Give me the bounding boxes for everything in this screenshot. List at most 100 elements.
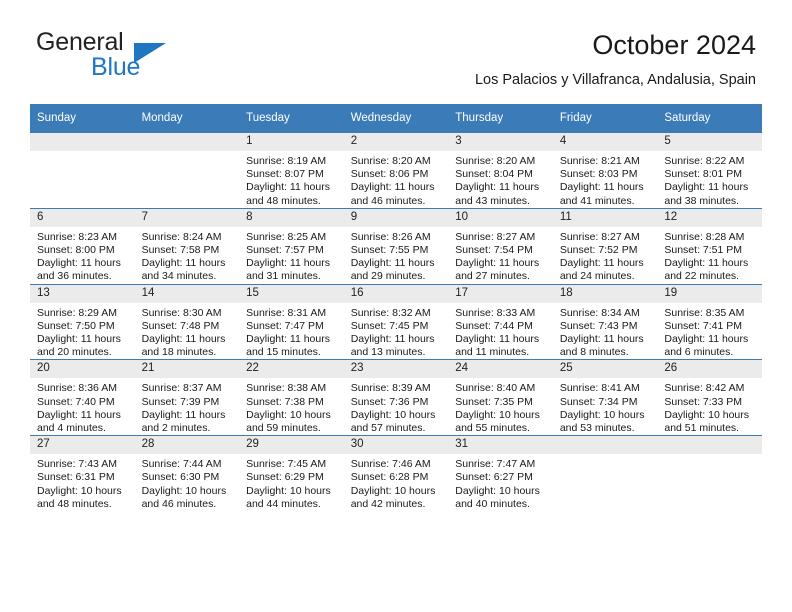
sunrise-text: Sunrise: 8:26 AM [350, 230, 431, 243]
calendar-day-cell[interactable]: 16 Sunrise: 8:32 AM Sunset: 7:45 PM Dayligh… [343, 283, 449, 360]
daylight-text: Daylight: 11 hours [455, 181, 540, 194]
daylight-text-cont: and 41 minutes. [559, 194, 635, 207]
calendar-day-cell[interactable]: 10 Sunrise: 8:27 AM Sunset: 7:54 PM Dayligh… [448, 207, 553, 285]
calendar-day-cell[interactable]: 7 Sunrise: 8:24 AM Sunset: 7:58 PM Daylight… [134, 207, 240, 285]
calendar-cell-empty [30, 132, 135, 209]
day-number: 11 [552, 208, 658, 227]
calendar-day-cell[interactable]: 5 Sunrise: 8:22 AM Sunset: 8:01 PM Daylight… [657, 132, 762, 209]
day-number: 15 [239, 284, 344, 303]
calendar-day-cell[interactable]: 21 Sunrise: 8:37 AM Sunset: 7:39 PM Dayligh… [134, 359, 240, 436]
calendar-week-row: 1 Sunrise: 8:19 AM Sunset: 8:07 PM Daylight… [30, 132, 762, 209]
sunset-text: Sunset: 8:06 PM [350, 168, 429, 181]
day-details: Sunrise: 8:32 AM Sunset: 7:45 PM Daylight:… [344, 303, 449, 360]
day-details: Sunrise: 8:25 AM Sunset: 7:57 PM Daylight:… [239, 227, 344, 284]
sunset-text: Sunset: 8:01 PM [664, 168, 743, 181]
sunrise-text: Sunrise: 8:25 AM [246, 230, 327, 243]
day-number: 13 [30, 284, 135, 303]
day-details: Sunrise: 8:36 AM Sunset: 7:40 PM Daylight:… [30, 378, 135, 435]
sunrise-text: Sunrise: 8:39 AM [350, 382, 431, 395]
calendar-day-cell[interactable]: 30 Sunrise: 7:46 AM Sunset: 6:28 PM Dayligh… [343, 435, 449, 512]
sunrise-text: Sunrise: 7:47 AM [455, 458, 536, 471]
sunset-text: Sunset: 7:43 PM [559, 319, 638, 332]
sunset-text: Sunset: 8:03 PM [559, 168, 638, 181]
sunrise-text: Sunrise: 8:35 AM [664, 306, 745, 319]
daylight-text-cont: and 43 minutes. [455, 194, 530, 207]
calendar-day-cell[interactable]: 11 Sunrise: 8:27 AM Sunset: 7:52 PM Dayligh… [552, 207, 658, 285]
daylight-text: Daylight: 11 hours [664, 181, 749, 194]
weekday-header-friday: Friday [552, 104, 658, 133]
day-details [657, 454, 762, 458]
calendar-day-cell[interactable]: 28 Sunrise: 7:44 AM Sunset: 6:30 PM Dayligh… [134, 435, 240, 512]
day-number: 24 [448, 360, 553, 379]
sunset-text: Sunset: 6:28 PM [350, 471, 429, 484]
daylight-text-cont: and 51 minutes. [664, 422, 740, 435]
calendar-day-cell[interactable]: 8 Sunrise: 8:25 AM Sunset: 7:57 PM Daylight… [239, 207, 344, 285]
daylight-text: Daylight: 11 hours [37, 408, 121, 421]
calendar-day-cell[interactable]: 27 Sunrise: 7:43 AM Sunset: 6:31 PM Dayligh… [30, 435, 135, 512]
sunset-text: Sunset: 7:35 PM [455, 395, 533, 408]
daylight-text-cont: and 44 minutes. [246, 497, 321, 510]
day-number: 3 [448, 133, 553, 151]
calendar-day-cell[interactable]: 24 Sunrise: 8:40 AM Sunset: 7:35 PM Dayligh… [448, 359, 553, 436]
calendar-day-cell[interactable]: 18 Sunrise: 8:34 AM Sunset: 7:43 PM Dayligh… [552, 283, 658, 360]
calendar-day-cell[interactable]: 17 Sunrise: 8:33 AM Sunset: 7:44 PM Dayligh… [448, 283, 553, 360]
daylight-text: Daylight: 11 hours [141, 257, 226, 270]
calendar-week-row: 6 Sunrise: 8:23 AM Sunset: 8:00 PM Daylight… [30, 207, 762, 285]
day-details: Sunrise: 7:46 AM Sunset: 6:28 PM Daylight:… [344, 454, 449, 511]
daylight-text-cont: and 29 minutes. [350, 270, 426, 283]
daylight-text: Daylight: 11 hours [246, 333, 330, 346]
calendar-day-cell[interactable]: 4 Sunrise: 8:21 AM Sunset: 8:03 PM Daylight… [552, 132, 658, 209]
daylight-text: Daylight: 10 hours [455, 484, 540, 497]
sunset-text: Sunset: 7:39 PM [141, 395, 220, 408]
day-details: Sunrise: 8:42 AM Sunset: 7:33 PM Daylight:… [657, 378, 762, 435]
calendar-day-cell[interactable]: 12 Sunrise: 8:28 AM Sunset: 7:51 PM Dayligh… [657, 207, 762, 285]
daylight-text-cont: and 48 minutes. [37, 497, 112, 510]
calendar-body: 1 Sunrise: 8:19 AM Sunset: 8:07 PM Daylight… [30, 132, 762, 512]
calendar-day-cell[interactable]: 2 Sunrise: 8:20 AM Sunset: 8:06 PM Daylight… [343, 132, 449, 209]
sunset-text: Sunset: 7:58 PM [141, 244, 220, 257]
daylight-text: Daylight: 11 hours [246, 257, 330, 270]
day-details: Sunrise: 8:23 AM Sunset: 8:00 PM Daylight:… [30, 227, 135, 284]
day-details: Sunrise: 8:26 AM Sunset: 7:55 PM Daylight:… [344, 227, 449, 284]
weekday-header-saturday: Saturday [657, 104, 762, 133]
calendar-day-cell[interactable]: 22 Sunrise: 8:38 AM Sunset: 7:38 PM Dayligh… [239, 359, 344, 436]
daylight-text: Daylight: 11 hours [37, 257, 121, 270]
calendar-day-cell[interactable]: 25 Sunrise: 8:41 AM Sunset: 7:34 PM Dayligh… [552, 359, 658, 436]
sunset-text: Sunset: 8:07 PM [246, 168, 324, 181]
sunrise-text: Sunrise: 8:36 AM [37, 382, 117, 395]
calendar-day-cell[interactable]: 26 Sunrise: 8:42 AM Sunset: 7:33 PM Dayligh… [657, 359, 762, 436]
sunrise-text: Sunrise: 8:23 AM [37, 230, 117, 243]
calendar-day-cell[interactable]: 14 Sunrise: 8:30 AM Sunset: 7:48 PM Dayligh… [134, 283, 240, 360]
calendar-day-cell[interactable]: 20 Sunrise: 8:36 AM Sunset: 7:40 PM Dayligh… [30, 359, 135, 436]
sunset-text: Sunset: 7:55 PM [350, 244, 429, 257]
calendar-day-cell[interactable]: 13 Sunrise: 8:29 AM Sunset: 7:50 PM Dayligh… [30, 283, 135, 360]
sunrise-text: Sunrise: 8:22 AM [664, 155, 745, 167]
weekday-header-sunday: Sunday [30, 104, 135, 133]
calendar-day-cell[interactable]: 19 Sunrise: 8:35 AM Sunset: 7:41 PM Dayligh… [657, 283, 762, 360]
day-details [135, 151, 240, 155]
sunset-text: Sunset: 7:41 PM [664, 319, 743, 332]
sunset-text: Sunset: 7:51 PM [664, 244, 743, 257]
daylight-text-cont: and 46 minutes. [350, 194, 426, 207]
calendar-day-cell[interactable]: 23 Sunrise: 8:39 AM Sunset: 7:36 PM Dayligh… [343, 359, 449, 436]
calendar-day-cell[interactable]: 31 Sunrise: 7:47 AM Sunset: 6:27 PM Dayligh… [448, 435, 553, 512]
calendar-day-cell[interactable]: 9 Sunrise: 8:26 AM Sunset: 7:55 PM Daylight… [343, 207, 449, 285]
sunrise-text: Sunrise: 8:34 AM [559, 306, 640, 319]
day-details: Sunrise: 8:28 AM Sunset: 7:51 PM Daylight:… [657, 227, 762, 284]
sunrise-text: Sunrise: 8:21 AM [559, 155, 640, 167]
calendar-day-cell[interactable]: 1 Sunrise: 8:19 AM Sunset: 8:07 PM Daylight… [239, 132, 344, 209]
calendar-cell-empty [134, 132, 240, 209]
day-number: 30 [343, 436, 449, 455]
calendar-day-cell[interactable]: 3 Sunrise: 8:20 AM Sunset: 8:04 PM Daylight… [448, 132, 553, 209]
calendar-day-cell[interactable]: 29 Sunrise: 7:45 AM Sunset: 6:29 PM Dayligh… [239, 435, 344, 512]
daylight-text: Daylight: 11 hours [141, 333, 226, 346]
brand-logo[interactable]: General Blue [36, 28, 296, 88]
daylight-text-cont: and 6 minutes. [664, 346, 734, 359]
sunrise-text: Sunrise: 8:38 AM [246, 382, 327, 395]
sunset-text: Sunset: 7:34 PM [559, 395, 638, 408]
daylight-text-cont: and 46 minutes. [141, 497, 217, 510]
calendar-day-cell[interactable]: 15 Sunrise: 8:31 AM Sunset: 7:47 PM Dayligh… [239, 283, 344, 360]
daylight-text-cont: and 57 minutes. [350, 422, 426, 435]
calendar-day-cell[interactable]: 6 Sunrise: 8:23 AM Sunset: 8:00 PM Daylight… [30, 207, 135, 285]
daylight-text: Daylight: 10 hours [350, 408, 436, 421]
